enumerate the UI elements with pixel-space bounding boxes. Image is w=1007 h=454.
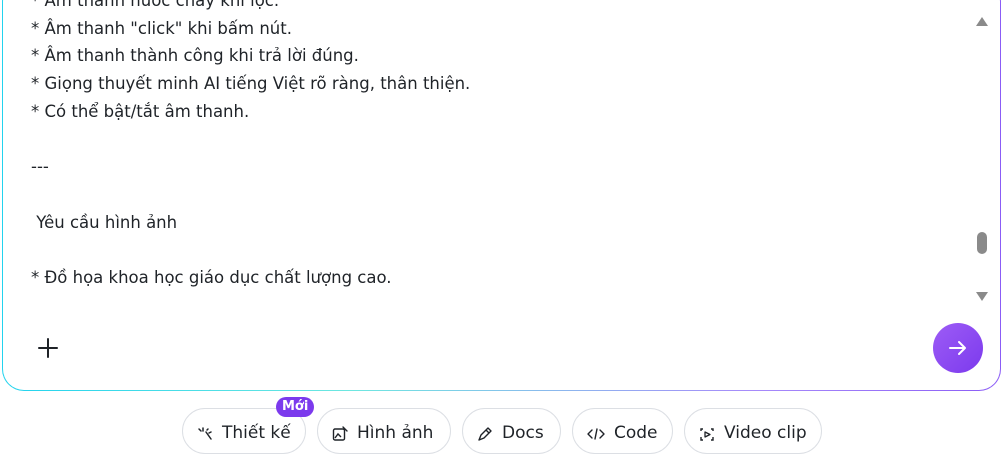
text-line: * Có thể bật/tắt âm thanh.: [31, 101, 250, 121]
send-button[interactable]: [933, 323, 983, 373]
text-line: * Đồ họa khoa học giáo dục chất lượng ca…: [31, 267, 392, 287]
scroll-down-arrow[interactable]: [976, 292, 988, 301]
scrollbar-thumb[interactable]: [977, 232, 987, 254]
chip-label: Video clip: [724, 423, 807, 443]
video-icon: [700, 428, 714, 441]
text-line: Yêu cầu hình ảnh: [31, 212, 178, 232]
text-line: [31, 236, 961, 264]
mode-chips: Thiết kế Hình ảnh Docs Code Video clip: [0, 406, 1007, 454]
pen-icon: [478, 427, 492, 441]
sparkle-icon: [198, 427, 212, 440]
add-attachment-button[interactable]: [34, 334, 62, 362]
image-edit-icon: [332, 426, 348, 441]
text-line: * Âm thanh thành công khi trả lời đúng.: [31, 46, 359, 66]
text-line: * Âm thanh nước chảy khi lọc.: [31, 0, 280, 10]
chip-label: Docs: [502, 423, 544, 443]
chip-label: Thiết kế: [222, 423, 291, 443]
text-line: ---: [31, 157, 49, 177]
chip-video-clip[interactable]: Video clip: [684, 408, 822, 454]
text-line: [31, 125, 961, 153]
text-line: * Âm thanh "click" khi bấm nút.: [31, 18, 292, 38]
chip-image[interactable]: Hình ảnh: [317, 408, 451, 454]
text-line: * Giọng thuyết minh AI tiếng Việt rõ ràn…: [31, 74, 471, 94]
scroll-up-arrow[interactable]: [976, 17, 988, 26]
code-icon: [587, 428, 605, 440]
chip-label: Code: [614, 423, 658, 443]
arrow-right-icon: [949, 341, 966, 355]
new-badge: Mới: [276, 397, 315, 417]
chip-docs[interactable]: Docs: [462, 408, 561, 454]
chip-code[interactable]: Code: [572, 408, 673, 454]
text-line: [31, 181, 961, 209]
prompt-composer: * Âm thanh nước chảy khi lọc. * Âm thanh…: [2, 0, 1001, 391]
prompt-textarea[interactable]: * Âm thanh nước chảy khi lọc. * Âm thanh…: [31, 0, 961, 287]
chip-label: Hình ảnh: [357, 423, 434, 443]
